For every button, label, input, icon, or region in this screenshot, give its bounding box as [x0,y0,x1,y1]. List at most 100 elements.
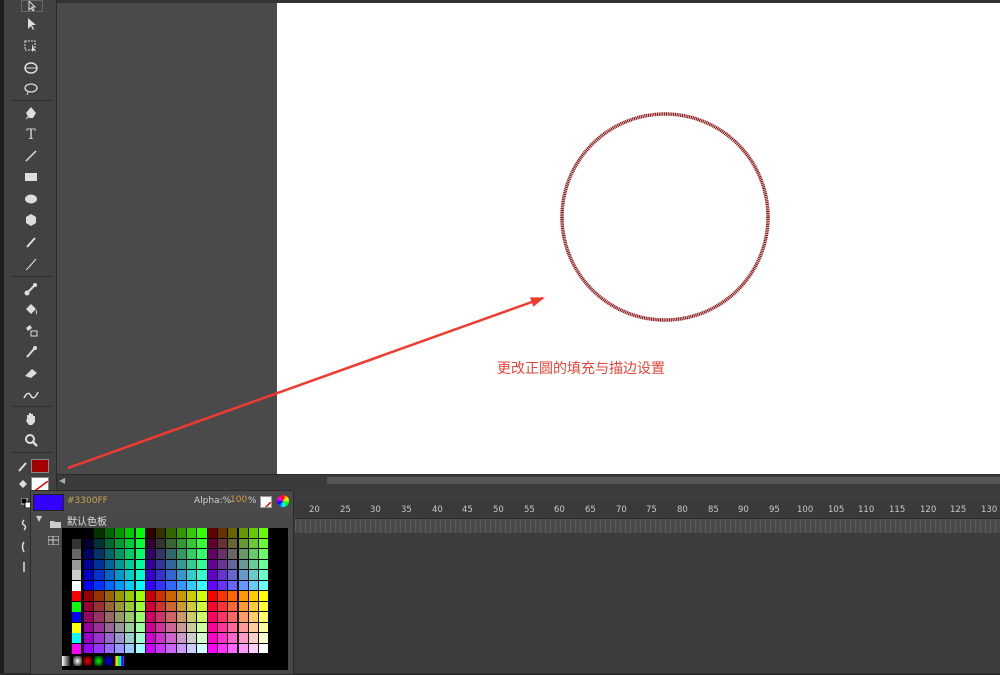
color-swatch[interactable] [197,601,207,611]
color-swatch[interactable] [197,538,207,548]
color-swatch[interactable] [248,570,259,580]
color-swatch[interactable] [248,549,259,559]
color-swatch[interactable] [187,622,197,632]
color-swatch[interactable] [135,612,145,622]
color-swatch[interactable] [114,643,125,653]
color-swatch[interactable] [62,549,71,559]
color-swatch[interactable] [125,643,135,653]
color-swatch[interactable] [72,559,81,570]
color-swatch[interactable] [145,528,156,538]
color-swatch[interactable] [248,528,259,538]
color-swatch[interactable] [228,570,238,580]
color-swatch[interactable] [135,643,145,653]
swatch-grid[interactable] [62,528,288,670]
color-swatch[interactable] [228,528,238,538]
timeline-frames[interactable] [295,519,1000,533]
color-swatch[interactable] [207,591,217,601]
color-swatch[interactable] [238,538,248,548]
color-swatch[interactable] [135,622,145,632]
color-swatch[interactable] [166,549,176,559]
color-swatch[interactable] [259,601,269,611]
gradient-swatch[interactable] [104,656,113,666]
color-swatch[interactable] [176,601,186,611]
color-swatch[interactable] [94,538,104,548]
color-swatch[interactable] [156,622,166,632]
color-swatch[interactable] [228,549,238,559]
color-swatch[interactable] [187,591,197,601]
color-swatch[interactable] [187,528,197,538]
color-swatch[interactable] [94,580,104,590]
color-picker-icon[interactable] [277,495,289,507]
color-swatch[interactable] [228,591,238,601]
color-swatch[interactable] [114,633,125,643]
color-swatch[interactable] [72,538,81,549]
color-swatch[interactable] [176,549,186,559]
expand-arrow-icon[interactable]: ▼ [36,514,42,523]
color-swatch[interactable] [197,528,207,538]
scrollbar-thumb[interactable] [327,477,1000,484]
color-swatch[interactable] [94,528,104,538]
color-swatch[interactable] [125,549,135,559]
color-swatch[interactable] [156,570,166,580]
color-swatch[interactable] [125,633,135,643]
color-swatch[interactable] [259,549,269,559]
color-swatch[interactable] [135,528,145,538]
color-swatch[interactable] [114,601,125,611]
color-swatch[interactable] [145,591,156,601]
color-swatch[interactable] [84,633,94,643]
color-swatch[interactable] [145,643,156,653]
gradient-swatch[interactable] [83,656,92,666]
color-swatch[interactable] [125,538,135,548]
color-swatch[interactable] [238,633,248,643]
color-swatch[interactable] [62,538,71,549]
color-swatch[interactable] [72,601,81,612]
color-swatch[interactable] [176,538,186,548]
color-swatch[interactable] [187,549,197,559]
color-swatch[interactable] [238,643,248,653]
color-swatch[interactable] [72,570,81,580]
color-swatch[interactable] [238,528,248,538]
color-swatch[interactable] [62,559,71,570]
color-swatch[interactable] [187,643,197,653]
color-swatch[interactable] [259,591,269,601]
color-swatch[interactable] [114,591,125,601]
color-swatch[interactable] [104,528,114,538]
timeline-ruler[interactable]: 20 25 30 35 40 45 50 55 60 65 70 75 80 8… [295,502,1000,519]
color-swatch[interactable] [62,633,71,643]
color-swatch[interactable] [166,580,176,590]
color-swatch[interactable] [187,612,197,622]
color-swatch[interactable] [135,549,145,559]
horizontal-scrollbar[interactable]: ◀ [57,474,1000,487]
color-swatch[interactable] [135,570,145,580]
color-swatch[interactable] [259,528,269,538]
color-swatch[interactable] [176,612,186,622]
color-swatch[interactable] [135,559,145,569]
color-swatch[interactable] [156,528,166,538]
color-swatch[interactable] [217,591,228,601]
color-swatch[interactable] [217,538,228,548]
color-swatch[interactable] [207,570,217,580]
color-swatch[interactable] [84,591,94,601]
color-swatch[interactable] [259,643,269,653]
color-swatch[interactable] [207,622,217,632]
color-swatch[interactable] [187,538,197,548]
color-swatch[interactable] [72,622,81,633]
color-swatch[interactable] [207,549,217,559]
color-swatch[interactable] [104,612,114,622]
color-swatch[interactable] [62,601,71,612]
color-swatch[interactable] [176,622,186,632]
color-swatch[interactable] [156,643,166,653]
color-swatch[interactable] [62,580,71,591]
color-swatch[interactable] [94,633,104,643]
color-swatch[interactable] [197,559,207,569]
color-swatch[interactable] [259,633,269,643]
color-swatch[interactable] [238,622,248,632]
color-swatch[interactable] [104,622,114,632]
color-swatch[interactable] [238,591,248,601]
color-swatch[interactable] [197,622,207,632]
color-swatch[interactable] [176,643,186,653]
color-swatch[interactable] [207,633,217,643]
color-swatch[interactable] [197,549,207,559]
color-swatch[interactable] [72,580,81,591]
color-swatch[interactable] [114,622,125,632]
